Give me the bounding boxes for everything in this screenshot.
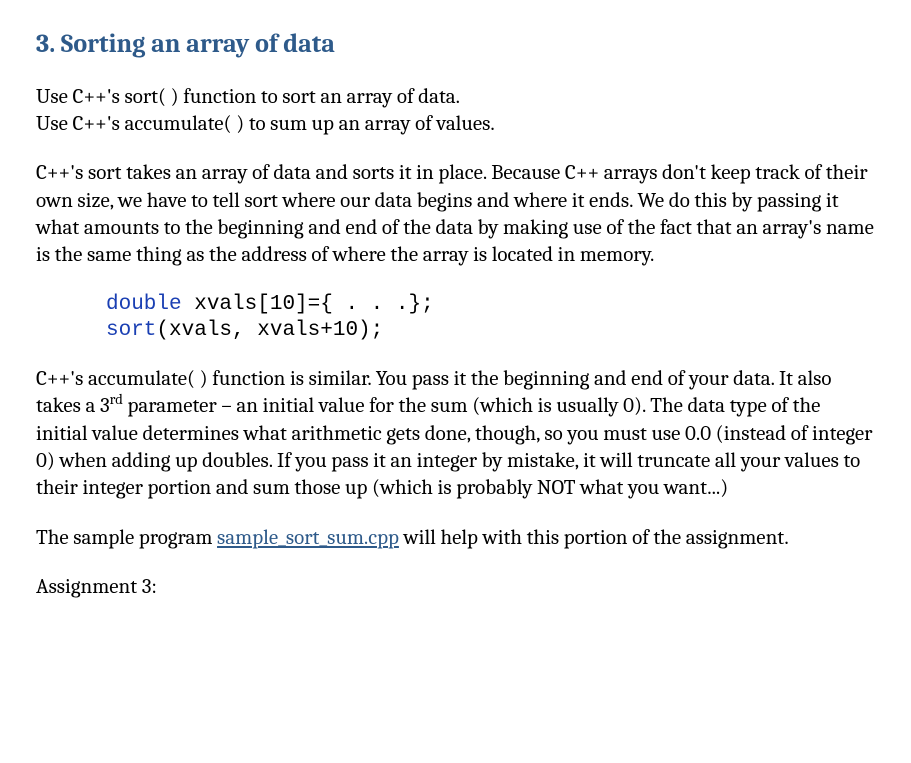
assignment-label: Assignment 3: [36,574,875,601]
document-page: 3. Sorting an array of data Use C++'s so… [0,0,911,763]
ordinal-suffix: rd [110,391,123,408]
intro-line-1: Use C++'s sort( ) function to sort an ar… [36,85,460,109]
section-title: 3. Sorting an array of data [36,28,875,62]
code-line2-rest: (xvals, xvals+10); [156,319,383,342]
sort-explanation-paragraph: C++'s sort takes an array of data and so… [36,160,875,269]
sample-program-link[interactable]: sample_sort_sum.cpp [217,526,399,550]
code-keyword-double: double [106,293,182,316]
accumulate-explanation-paragraph: C++'s accumulate( ) function is similar.… [36,366,875,502]
sample-program-paragraph: The sample program sample_sort_sum.cpp w… [36,525,875,552]
code-fn-sort: sort [106,319,156,342]
sample-pre: The sample program [36,526,217,550]
accum-post: parameter – an initial value for the sum… [36,394,872,500]
sample-post: will help with this portion of the assig… [399,526,789,550]
intro-paragraph: Use C++'s sort( ) function to sort an ar… [36,84,875,139]
intro-line-2: Use C++'s accumulate( ) to sum up an arr… [36,112,495,136]
code-block: double xvals[10]={ . . .}; sort(xvals, x… [106,292,875,345]
code-line1-rest: xvals[10]={ . . .}; [182,293,434,316]
